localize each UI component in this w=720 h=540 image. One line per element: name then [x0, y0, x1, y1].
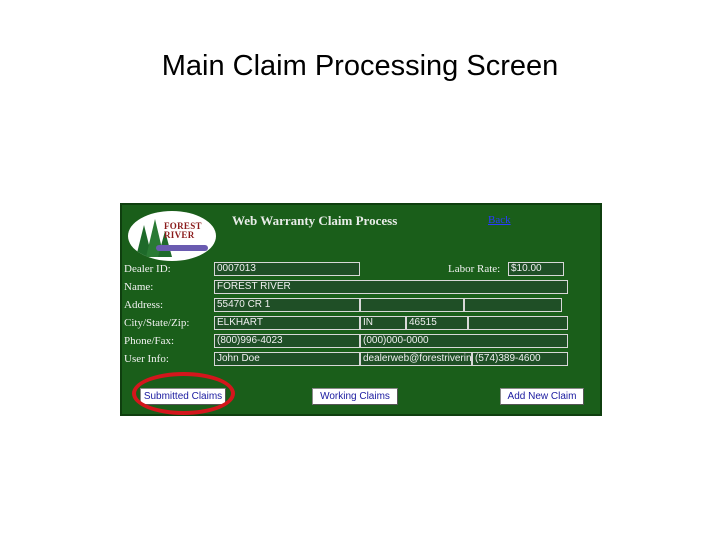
address-line1-field[interactable]: 55470 CR 1	[214, 298, 360, 312]
phone-fax-label: Phone/Fax:	[124, 335, 175, 347]
city-field[interactable]: ELKHART	[214, 316, 360, 330]
labor-rate-field[interactable]: $10.00	[508, 262, 564, 276]
dealer-id-label: Dealer ID:	[124, 263, 171, 275]
back-link[interactable]: Back	[488, 214, 511, 226]
state-field[interactable]: IN	[360, 316, 406, 330]
logo-water-icon	[156, 245, 208, 251]
panel-title: Web Warranty Claim Process	[232, 213, 398, 228]
city-state-zip-label: City/State/Zip:	[124, 317, 190, 329]
user-phone-field[interactable]: (574)389-4600	[472, 352, 568, 366]
address-line3-field[interactable]	[464, 298, 562, 312]
working-claims-button[interactable]: Working Claims	[312, 388, 398, 405]
forest-river-logo-icon: FOREST RIVER	[128, 211, 216, 261]
address-label: Address:	[124, 299, 164, 311]
highlight-circle-annotation	[132, 372, 235, 415]
user-email-field[interactable]: dealerweb@forestriverinc	[360, 352, 472, 366]
user-info-label: User Info:	[124, 353, 169, 365]
add-new-claim-button[interactable]: Add New Claim	[500, 388, 584, 405]
address-line2-field[interactable]	[360, 298, 464, 312]
fax-field[interactable]: (000)000-0000	[360, 334, 568, 348]
phone-field[interactable]: (800)996-4023	[214, 334, 360, 348]
name-label: Name:	[124, 281, 154, 293]
labor-rate-label: Labor Rate:	[448, 263, 501, 275]
user-name-field[interactable]: John Doe	[214, 352, 360, 366]
slide-title: Main Claim Processing Screen	[161, 50, 559, 82]
dealer-id-field[interactable]: 0007013	[214, 262, 360, 276]
logo-text: FOREST RIVER	[164, 221, 202, 240]
name-field[interactable]: FOREST RIVER	[214, 280, 568, 294]
zip-ext-field[interactable]	[468, 316, 568, 330]
zip-field[interactable]: 46515	[406, 316, 468, 330]
